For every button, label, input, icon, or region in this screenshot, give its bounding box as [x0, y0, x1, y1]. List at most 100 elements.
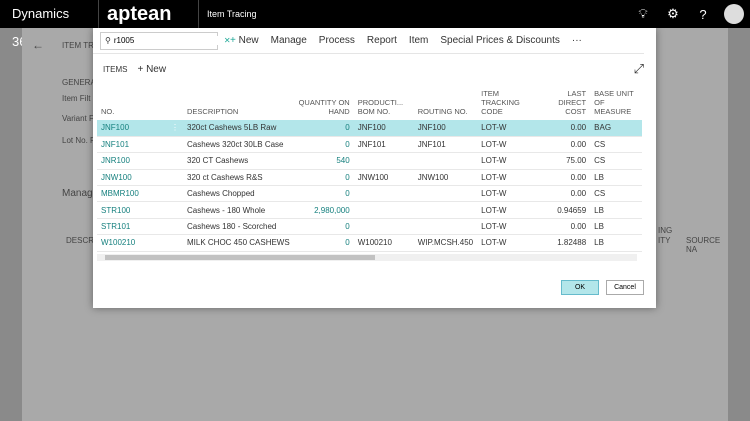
col-routing[interactable]: ROUTING NO. [414, 84, 477, 120]
search-box[interactable]: ⚲ ✕ [100, 31, 231, 50]
cell: CS [590, 136, 642, 154]
manage-action[interactable]: Manage [271, 35, 307, 46]
cell: BAG [590, 120, 642, 137]
cell[interactable]: 0 [293, 234, 354, 252]
row-menu-icon[interactable] [167, 201, 183, 219]
gear-icon[interactable]: ⚙ [658, 6, 688, 22]
cell[interactable]: 540 [293, 152, 354, 170]
back-icon[interactable]: ← [32, 38, 44, 52]
cell: WIP.MCSH.450 [413, 234, 478, 252]
cell: LOT-W [477, 201, 536, 219]
cell: CS [590, 185, 642, 203]
item-action[interactable]: Item [409, 35, 428, 46]
cell: W100210 [353, 234, 414, 252]
bg-col2: ING ITY [658, 226, 673, 245]
row-menu-icon[interactable] [167, 169, 183, 187]
row-menu-icon[interactable] [167, 136, 183, 154]
cancel-button[interactable]: Cancel [606, 280, 644, 295]
row-menu-icon[interactable] [167, 185, 183, 203]
new-action[interactable]: + New [230, 35, 259, 46]
help-icon[interactable]: ? [688, 7, 718, 22]
cell: LOT-W [477, 218, 536, 236]
cell: Cashews - 180 Whole [183, 201, 294, 219]
cell [353, 218, 414, 236]
cell: JNF100 [413, 120, 478, 137]
bg-filter3: Lot No. F [62, 136, 95, 145]
ok-button[interactable]: OK [561, 280, 599, 295]
table-row[interactable]: JNR100 320 CT Cashews 540 LOT-W 75.00 CS [97, 152, 642, 170]
cell[interactable]: 0 [293, 218, 354, 236]
col-bom[interactable]: PRODUCTI... BOM NO. [354, 84, 414, 120]
cell: 320 ct Cashews R&S [183, 169, 294, 187]
col-tracking[interactable]: ITEM TRACKING CODE [477, 84, 535, 120]
avatar[interactable] [724, 4, 744, 24]
cell: LB [590, 201, 642, 219]
bg-col1: DESCR [66, 236, 95, 245]
cell [413, 185, 478, 203]
aptean-logo: aptean [99, 0, 199, 28]
search-input[interactable] [113, 36, 224, 45]
lightbulb-icon[interactable]: 💡︎ [628, 6, 658, 22]
cell[interactable]: JNR100 [97, 152, 167, 170]
col-description[interactable]: DESCRIPTION [183, 84, 294, 120]
cell[interactable]: W100210 [97, 234, 167, 252]
horizontal-scrollbar[interactable] [97, 253, 637, 261]
cell[interactable]: STR101 [97, 218, 167, 236]
table-row[interactable]: W100210 MILK CHOC 450 CASHEWS 0 W100210 WIP.… [97, 234, 642, 252]
row-menu-icon[interactable]: ⋮ [167, 120, 183, 137]
cell[interactable]: 0 [293, 120, 354, 137]
cell[interactable]: MBMR100 [97, 185, 167, 203]
cell[interactable]: JNF100 [97, 120, 167, 137]
table-row[interactable]: JNF100 ⋮ 320ct Cashews 5LB Raw 0 JNF100 JNF10… [97, 120, 642, 137]
col-cost[interactable]: LAST DIRECT COST [535, 84, 590, 120]
more-actions[interactable]: ··· [572, 35, 582, 46]
table-row[interactable]: STR100 Cashews - 180 Whole 2,980,000 LOT-W 0… [97, 201, 642, 219]
row-menu-icon[interactable] [167, 152, 183, 170]
table-row[interactable]: STR101 Cashews 180 - Scorched 0 LOT-W 0.00 LB [97, 218, 642, 236]
table-row[interactable]: MBMR100 Cashews Chopped 0 LOT-W 0.00 CS [97, 185, 642, 203]
cell[interactable]: 0 [293, 169, 354, 187]
cell: 75.00 [535, 152, 591, 170]
table-row[interactable]: JNF101 Cashews 320ct 30LB Case 0 JNF101 JNF1… [97, 136, 642, 154]
cell: LOT-W [477, 185, 536, 203]
list-new-button[interactable]: + New [137, 64, 166, 75]
items-table: NO. DESCRIPTION QUANTITY ON HAND PRODUCT… [97, 84, 642, 252]
cell[interactable]: STR100 [97, 201, 167, 219]
col-uom[interactable]: BASE UNIT OF MEASURE [590, 84, 642, 120]
search-icon: ⚲ [105, 36, 111, 45]
cell: JNF100 [353, 120, 414, 137]
process-action[interactable]: Process [319, 35, 355, 46]
cell[interactable]: JNW100 [97, 169, 167, 187]
cell [413, 152, 478, 170]
cell: 1.82488 [535, 234, 591, 252]
cell[interactable]: JNF101 [97, 136, 167, 154]
product-name[interactable]: Dynamics 365 [0, 0, 99, 49]
cell[interactable]: 2,980,000 [293, 201, 354, 219]
cell [413, 218, 478, 236]
cell: 0.00 [535, 120, 591, 137]
expand-icon[interactable]: ⤢ [634, 61, 644, 77]
cell: JNW100 [413, 169, 478, 187]
cell[interactable]: 0 [293, 185, 354, 203]
cell[interactable]: 0 [293, 136, 354, 154]
bg-col3: SOURCE NA [686, 236, 721, 254]
row-menu-icon[interactable] [167, 218, 183, 236]
col-qty[interactable]: QUANTITY ON HAND [294, 84, 354, 120]
cell: 0.00 [535, 136, 591, 154]
cell [353, 185, 414, 203]
col-no[interactable]: NO. [97, 84, 167, 120]
action-bar: ⚲ ✕ + New Manage Process Report Item Spe… [93, 28, 644, 54]
cell [353, 201, 414, 219]
cell [413, 201, 478, 219]
row-menu-icon[interactable] [167, 234, 183, 252]
cell: LB [590, 218, 642, 236]
cell: JNW100 [353, 169, 414, 187]
report-action[interactable]: Report [367, 35, 397, 46]
cell: JNF101 [413, 136, 478, 154]
cell: 320ct Cashews 5LB Raw [183, 120, 294, 137]
cell: LOT-W [477, 136, 536, 154]
cell: JNF101 [353, 136, 414, 154]
page-name: Item Tracing [207, 9, 257, 19]
table-row[interactable]: JNW100 320 ct Cashews R&S 0 JNW100 JNW100 LOT… [97, 169, 642, 187]
special-prices-action[interactable]: Special Prices & Discounts [440, 35, 560, 46]
